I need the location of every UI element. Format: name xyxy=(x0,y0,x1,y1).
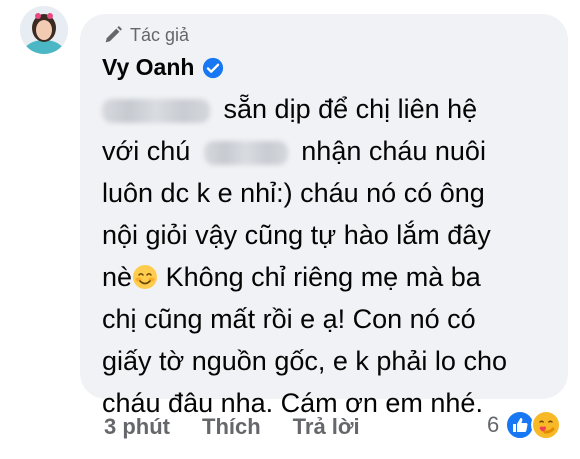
pencil-icon xyxy=(105,26,122,43)
comment-line: nè Không chỉ riêng mẹ mà ba xyxy=(102,262,481,292)
like-button[interactable]: Thích xyxy=(202,414,261,440)
author-avatar[interactable] xyxy=(20,6,68,54)
avatar-image xyxy=(20,6,68,54)
care-icon xyxy=(531,410,562,440)
comment-timestamp[interactable]: 3 phút xyxy=(104,414,170,440)
comment-line: giấy tờ nguồn gốc, e k phải lo cho xyxy=(102,346,507,376)
comment-line: sẵn dịp để chị liên hệ xyxy=(102,88,557,130)
smiling-face-icon xyxy=(133,265,158,289)
redacted-name xyxy=(203,140,288,165)
comment-line: luôn dc k e nhỉ:) cháu nó có ông xyxy=(102,178,485,208)
comment-actions: 3 phút Thích Trả lời xyxy=(104,414,360,440)
comment-text: sẵn dịp để chị liên hệ với chú nhận cháu… xyxy=(102,88,557,424)
reaction-count: 6 xyxy=(487,412,500,437)
author-badge-label: Tác giả xyxy=(130,24,190,45)
author-badge: Tác giả xyxy=(102,24,189,46)
author-name[interactable]: Vy Oanh xyxy=(102,54,194,81)
reactions-summary[interactable]: 6 xyxy=(487,410,562,440)
reply-button[interactable]: Trả lời xyxy=(293,414,360,440)
comment-line: với chú nhận cháu nuôi xyxy=(102,136,486,166)
redacted-name xyxy=(102,98,210,123)
comment-line: chị cũng mất rồi e ạ! Con nó có xyxy=(102,304,476,334)
verified-badge-icon xyxy=(203,57,224,78)
comment-line: nội giỏi vậy cũng tự hào lắm đây xyxy=(102,220,491,250)
